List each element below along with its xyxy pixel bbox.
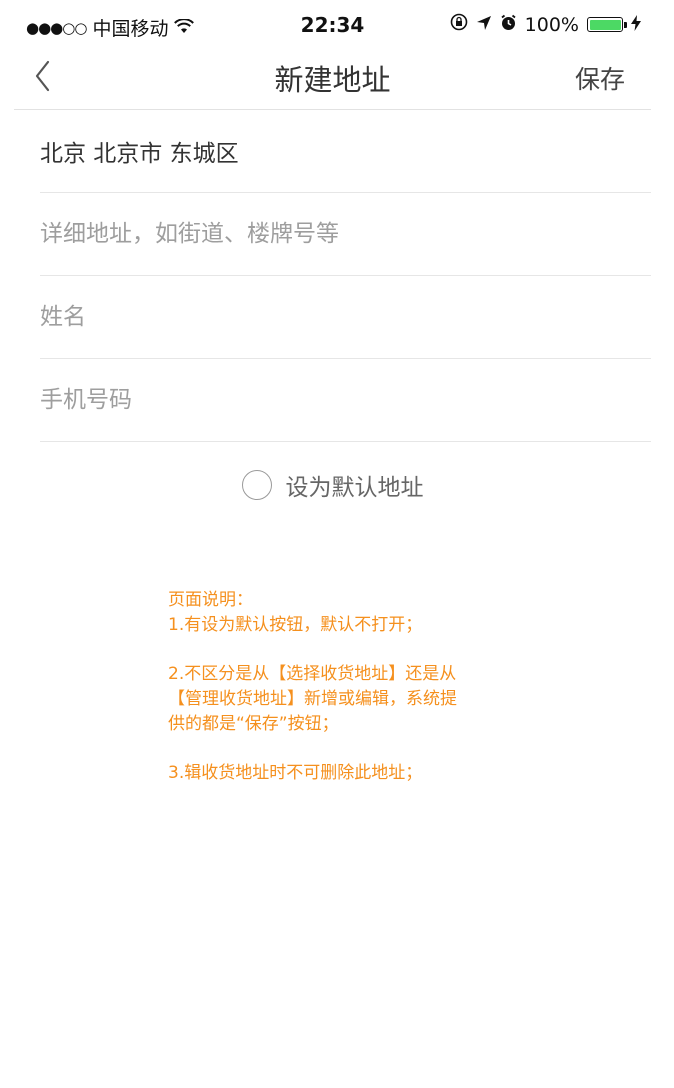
phone-row xyxy=(40,359,651,442)
status-bar: ●●●○○ 中国移动 22:34 100% xyxy=(14,8,651,42)
page-notes: 页面说明： 1.有设为默认按钮，默认不打开； 2.不区分是从【选择收货地址】还是… xyxy=(168,588,508,786)
phone-input[interactable] xyxy=(40,387,651,413)
charging-bolt-icon xyxy=(631,14,641,36)
region-value: 北京 北京市 东城区 xyxy=(40,141,239,167)
notes-line: 3.辑收货地址时不可删除此地址； xyxy=(168,763,423,783)
detail-address-row xyxy=(40,193,651,276)
name-input[interactable] xyxy=(40,304,651,330)
detail-address-input[interactable] xyxy=(40,221,651,247)
notes-line: 1.有设为默认按钮，默认不打开； xyxy=(168,615,423,635)
radio-unchecked-icon[interactable] xyxy=(241,470,272,500)
set-default-label: 设为默认地址 xyxy=(285,475,424,501)
back-button[interactable] xyxy=(32,54,76,98)
alarm-icon xyxy=(500,14,517,36)
set-default-toggle[interactable]: 设为默认地址 xyxy=(14,468,651,502)
notes-line: 供的都是“保存”按钮； xyxy=(168,714,339,734)
phone-screen: ●●●○○ 中国移动 22:34 100% 新建地址 保存 北京 北京市 东城区… xyxy=(14,0,651,1088)
nav-bar: 新建地址 保存 xyxy=(14,44,651,110)
notes-line: 【管理收货地址】新增或编辑，系统提 xyxy=(168,689,457,709)
notes-title: 页面说明： xyxy=(168,590,253,610)
chevron-left-icon xyxy=(35,60,50,92)
status-right: 100% xyxy=(450,13,641,36)
notes-line: 2.不区分是从【选择收货地址】还是从 xyxy=(168,664,457,684)
battery-level xyxy=(589,19,621,30)
battery-percent: 100% xyxy=(524,13,579,36)
orientation-lock-icon xyxy=(450,13,468,36)
region-selector[interactable]: 北京 北京市 东城区 xyxy=(40,110,651,193)
address-form: 北京 北京市 东城区 xyxy=(40,110,651,442)
location-arrow-icon xyxy=(476,14,492,36)
page-title: 新建地址 xyxy=(274,63,391,97)
save-button[interactable]: 保存 xyxy=(575,60,625,96)
battery-icon xyxy=(587,17,627,32)
name-row xyxy=(40,276,651,359)
